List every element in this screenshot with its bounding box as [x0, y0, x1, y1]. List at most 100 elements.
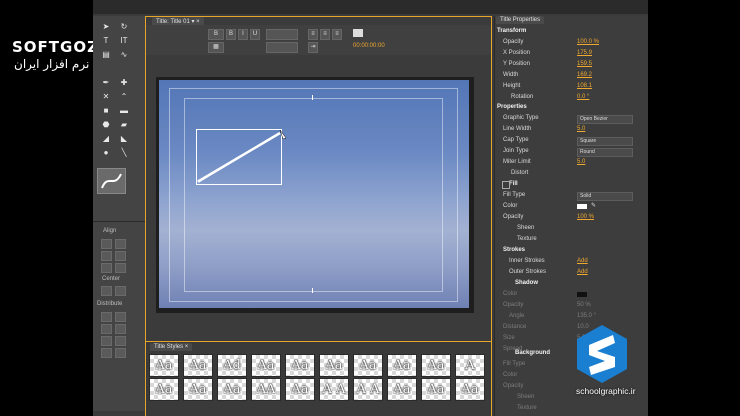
title-style-swatch[interactable]: Aa [183, 354, 213, 377]
shadow-section-header[interactable]: Shadow [515, 278, 538, 289]
title-style-swatch[interactable]: Aa [455, 378, 485, 401]
tab-title-styles[interactable]: Title Styles × [150, 343, 193, 351]
align-right-text-icon[interactable]: ≡ [332, 29, 342, 40]
leading-field[interactable] [266, 42, 298, 53]
distribute-bottom-button[interactable] [115, 336, 126, 346]
texture-label[interactable]: Texture [517, 234, 537, 245]
type-tool-icon[interactable]: T [97, 35, 115, 47]
area-type-tool-icon[interactable]: ▤ [97, 49, 115, 61]
title-style-swatch[interactable]: Aa [285, 354, 315, 377]
font-family-button[interactable]: B [208, 29, 224, 40]
title-style-swatch[interactable]: A A [353, 378, 383, 401]
line-width-value[interactable]: 5.0 [577, 124, 585, 135]
distribute-even-h-button[interactable] [101, 348, 112, 358]
distort-label[interactable]: Distort [511, 168, 528, 179]
fill-type-dropdown[interactable]: Solid [577, 192, 633, 201]
bezier-line-graphic[interactable] [159, 80, 469, 308]
center-horizontal-button[interactable] [101, 286, 112, 296]
fill-color-swatch[interactable] [577, 204, 587, 209]
properties-section-header[interactable]: Properties [497, 102, 527, 113]
distribute-even-v-button[interactable] [115, 348, 126, 358]
join-type-dropdown[interactable]: Round [577, 148, 633, 157]
title-style-swatch[interactable]: Aa [149, 354, 179, 377]
background-video-thumbnail[interactable] [353, 29, 363, 37]
show-background-video-button[interactable]: ▦ [208, 42, 224, 53]
inner-strokes-add[interactable]: Add [577, 256, 588, 267]
outer-strokes-add[interactable]: Add [577, 267, 588, 278]
title-style-swatch[interactable]: A [455, 354, 485, 377]
italic-button[interactable]: I [238, 29, 248, 40]
align-top-button[interactable] [115, 239, 126, 249]
align-left-button[interactable] [101, 239, 112, 249]
strokes-section-header[interactable]: Strokes [503, 245, 525, 256]
font-size-field[interactable] [266, 29, 298, 40]
title-style-swatch[interactable]: Aa [421, 378, 451, 401]
wedge-tool-icon[interactable]: ◢ [97, 133, 115, 145]
rotation-tool-icon[interactable]: ↻ [115, 21, 133, 33]
transform-value[interactable]: 108.1 [577, 81, 592, 92]
title-style-swatch[interactable]: Ad [217, 354, 247, 377]
title-style-swatch[interactable]: Aa [251, 354, 281, 377]
rounded-rectangle-tool-icon[interactable]: ▬ [115, 105, 133, 117]
title-style-swatch[interactable]: Aa [217, 378, 247, 401]
cap-type-dropdown[interactable]: Square [577, 137, 633, 146]
title-style-swatch[interactable]: A A [319, 378, 349, 401]
title-style-swatch[interactable]: AA [251, 378, 281, 401]
transform-value[interactable]: 159.5 [577, 59, 592, 70]
rectangle-tool-icon[interactable]: ■ [97, 105, 115, 117]
eyedropper-icon[interactable]: ✎ [591, 201, 596, 212]
distribute-center-v-button[interactable] [115, 324, 126, 334]
clipped-rectangle-tool-icon[interactable]: ⬣ [97, 119, 115, 131]
transform-section-header[interactable]: Transform [497, 26, 526, 37]
align-center-h-button[interactable] [101, 251, 112, 261]
title-style-swatch[interactable]: Aa [387, 378, 417, 401]
rounded-corner-tool-icon[interactable]: ▰ [115, 119, 133, 131]
sheen-label[interactable]: Sheen [517, 223, 534, 234]
title-style-swatch[interactable]: Aa [353, 354, 383, 377]
align-bottom-button[interactable] [115, 263, 126, 273]
line-tool-icon[interactable]: ╲ [115, 147, 133, 159]
background-section-header[interactable]: Background [515, 348, 550, 359]
distribute-right-button[interactable] [101, 336, 112, 346]
title-style-swatch[interactable]: Aa [421, 354, 451, 377]
shadow-color-swatch[interactable] [577, 292, 587, 297]
title-style-swatch[interactable]: Aa [387, 354, 417, 377]
convert-anchor-tool-icon[interactable]: ⌃ [115, 91, 133, 103]
video-canvas[interactable] [159, 80, 469, 308]
bg-sheen-label[interactable]: Sheen [517, 392, 534, 403]
arc-tool-icon[interactable]: ◣ [115, 133, 133, 145]
transform-value[interactable]: 100.0 % [577, 37, 599, 48]
transform-value[interactable]: 169.2 [577, 70, 592, 81]
ellipse-tool-icon[interactable]: ● [97, 147, 115, 159]
tab-stops-icon[interactable]: ⇥ [308, 42, 318, 53]
transform-value[interactable]: 175.9 [577, 48, 592, 59]
pen-tool-icon[interactable]: ✒ [97, 77, 115, 89]
distribute-top-button[interactable] [115, 312, 126, 322]
shadow-opacity-value[interactable]: 50 % [577, 300, 591, 311]
selection-tool-icon[interactable]: ➤ [97, 21, 115, 33]
align-center-v-button[interactable] [115, 251, 126, 261]
align-left-text-icon[interactable]: ≡ [308, 29, 318, 40]
title-style-swatch[interactable]: Aa [149, 378, 179, 401]
tab-close-icon[interactable]: × [185, 344, 189, 350]
fill-section-header[interactable]: Fill [509, 179, 518, 190]
align-right-button[interactable] [101, 263, 112, 273]
timecode[interactable]: 00:00:00:00 [353, 43, 385, 49]
delete-anchor-tool-icon[interactable]: ✕ [97, 91, 115, 103]
center-vertical-button[interactable] [115, 286, 126, 296]
shadow-angle-value[interactable]: 135.0 ° [577, 311, 596, 322]
title-style-swatch[interactable]: Aa [183, 378, 213, 401]
miter-limit-value[interactable]: 5.0 [577, 157, 585, 168]
fill-opacity-value[interactable]: 100 % [577, 212, 594, 223]
add-anchor-tool-icon[interactable]: ✚ [115, 77, 133, 89]
align-center-text-icon[interactable]: ≡ [320, 29, 330, 40]
vertical-type-tool-icon[interactable]: IT [115, 35, 133, 47]
graphic-type-dropdown[interactable]: Open Bezier [577, 115, 633, 124]
bg-texture-label[interactable]: Texture [517, 403, 537, 414]
underline-button[interactable]: U [250, 29, 260, 40]
distribute-center-h-button[interactable] [101, 324, 112, 334]
path-type-tool-icon[interactable]: ∿ [115, 49, 133, 61]
tab-title-properties[interactable]: Title Properties [496, 16, 545, 24]
fill-checkbox[interactable] [502, 181, 510, 189]
title-style-swatch[interactable]: Aa [319, 354, 349, 377]
